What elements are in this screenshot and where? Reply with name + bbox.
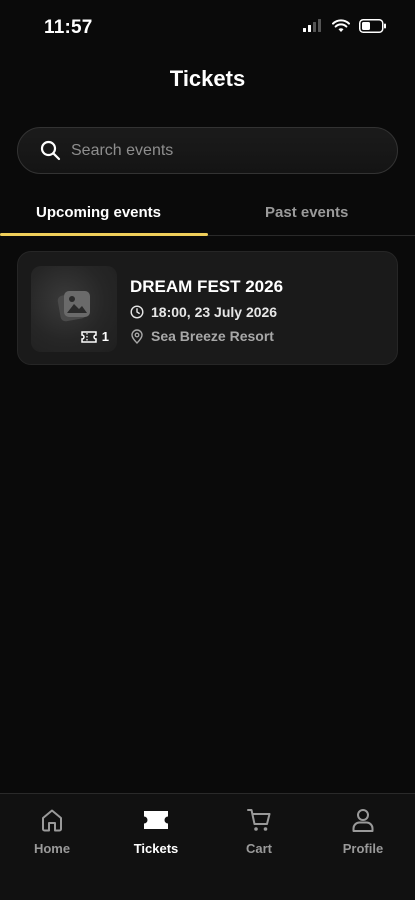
event-card[interactable]: 1 DREAM FEST 2026 18:00, 23 July 2026 Se… (17, 251, 398, 365)
location-pin-icon (131, 328, 143, 344)
tab-past-events[interactable]: Past events (265, 204, 348, 221)
active-tab-indicator (0, 233, 208, 236)
clock-icon (130, 305, 144, 319)
event-thumbnail: 1 (31, 266, 117, 352)
battery-icon (359, 19, 386, 33)
tab-upcoming-events[interactable]: Upcoming events (36, 204, 161, 221)
search-bar[interactable] (17, 127, 398, 174)
ticket-icon (81, 330, 97, 343)
event-title: DREAM FEST 2026 (130, 277, 284, 296)
ticket-icon (144, 811, 168, 829)
nav-profile-label: Profile (342, 841, 384, 856)
status-icons (303, 19, 387, 33)
bottom-nav: Home Tickets Cart Profile (0, 793, 415, 900)
status-bar: 11:57 (0, 0, 415, 54)
event-datetime-row: 18:00, 23 July 2026 (130, 304, 277, 320)
nav-profile[interactable]: Profile (323, 806, 403, 856)
event-datetime: 18:00, 23 July 2026 (151, 304, 278, 320)
nav-cart-label: Cart (245, 841, 272, 856)
home-icon (42, 809, 62, 832)
nav-tickets[interactable]: Tickets (116, 806, 196, 856)
cart-icon (247, 809, 271, 831)
event-venue-row: Sea Breeze Resort (130, 328, 274, 344)
event-tabs: Upcoming events Past events (0, 190, 415, 236)
nav-tickets-label: Tickets (133, 841, 179, 856)
cellular-signal-icon (303, 19, 321, 32)
ticket-count: 1 (81, 329, 109, 344)
search-icon (40, 140, 62, 162)
ticket-count-value: 1 (101, 329, 109, 344)
wifi-icon (332, 19, 350, 32)
page-title: Tickets (169, 66, 246, 91)
nav-home[interactable]: Home (12, 806, 92, 856)
status-time: 11:57 (44, 17, 93, 38)
nav-home-label: Home (33, 841, 71, 856)
event-venue: Sea Breeze Resort (151, 328, 274, 344)
search-input[interactable] (71, 141, 361, 160)
profile-icon (352, 809, 374, 832)
image-placeholder-icon (57, 291, 90, 322)
nav-cart[interactable]: Cart (219, 806, 299, 856)
